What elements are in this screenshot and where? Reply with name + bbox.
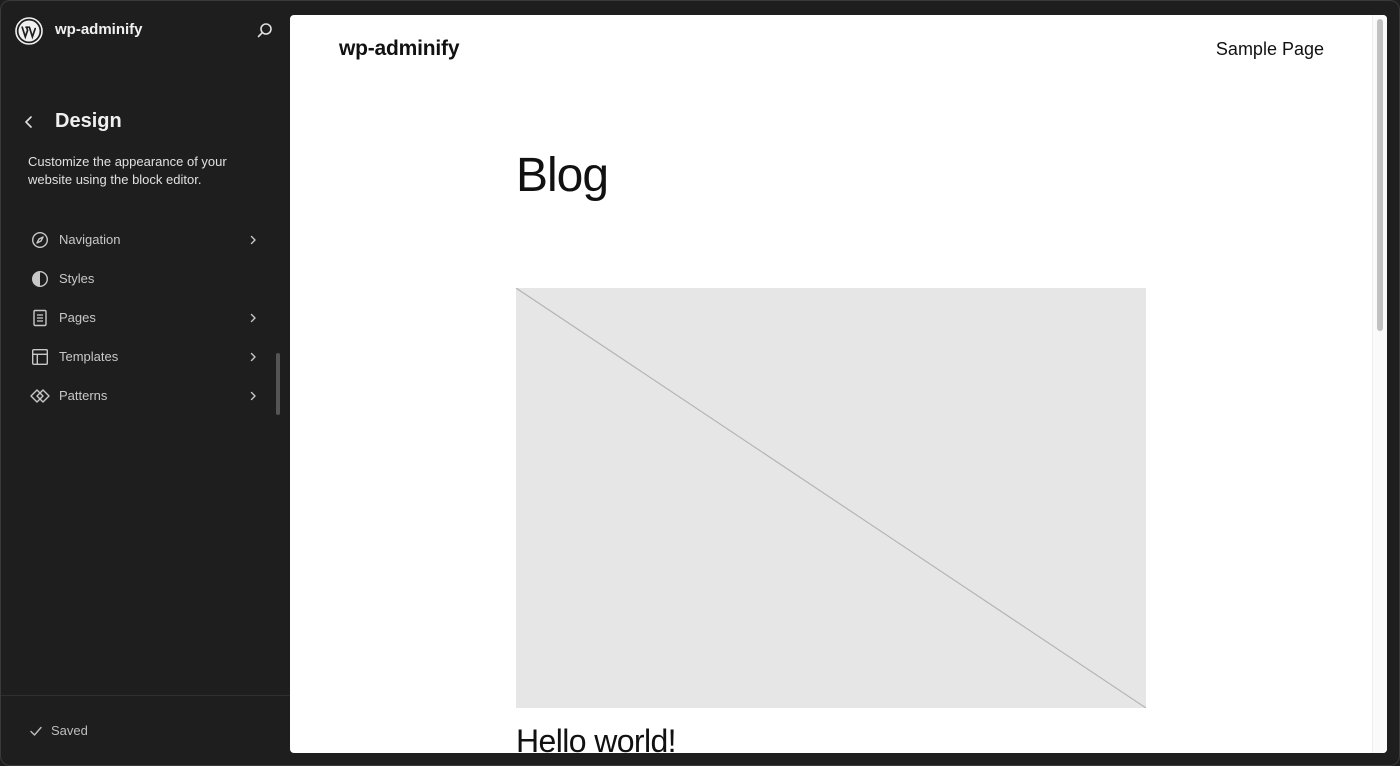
sidebar-scrollbar[interactable] <box>276 353 280 415</box>
navigation-icon <box>29 229 51 251</box>
canvas-scrollbar-thumb[interactable] <box>1377 19 1383 331</box>
templates-icon <box>29 346 51 368</box>
footer-divider <box>1 695 290 696</box>
menu-item-styles[interactable]: Styles <box>29 259 269 298</box>
search-icon[interactable] <box>255 21 275 41</box>
featured-image-placeholder[interactable] <box>516 288 1146 708</box>
wordpress-logo-icon[interactable] <box>15 17 43 45</box>
chevron-right-icon <box>247 311 259 323</box>
site-editor-window: wp-adminify Design Customize the appeara… <box>0 0 1400 766</box>
sidebar: wp-adminify Design Customize the appeara… <box>1 1 290 765</box>
canvas-site-title[interactable]: wp-adminify <box>339 37 460 61</box>
post-title[interactable]: Hello world! <box>516 723 677 753</box>
menu-item-label: Templates <box>59 349 119 364</box>
styles-icon <box>29 268 51 290</box>
checkmark-icon <box>30 726 42 736</box>
back-chevron-icon[interactable] <box>19 112 39 132</box>
menu-item-navigation[interactable]: Navigation <box>29 220 269 259</box>
menu-item-pages[interactable]: Pages <box>29 298 269 337</box>
nav-link-sample-page[interactable]: Sample Page <box>1216 39 1324 60</box>
menu-item-patterns[interactable]: Patterns <box>29 376 269 415</box>
save-status: Saved <box>29 723 88 738</box>
menu-item-label: Patterns <box>59 388 108 403</box>
chevron-right-icon <box>247 233 259 245</box>
save-status-label: Saved <box>51 723 88 738</box>
chevron-right-icon <box>247 350 259 362</box>
menu-item-label: Navigation <box>59 232 121 247</box>
placeholder-diagonal-icon <box>516 288 1146 708</box>
pages-icon <box>29 307 51 329</box>
design-menu: Navigation Styles Pages Templates Patter… <box>29 220 269 415</box>
editor-canvas[interactable]: wp-adminify Sample Page Blog Hello world… <box>290 15 1387 753</box>
canvas-scrollbar[interactable] <box>1372 15 1387 753</box>
menu-item-label: Pages <box>59 310 96 325</box>
section-title: Design <box>55 110 122 132</box>
menu-item-templates[interactable]: Templates <box>29 337 269 376</box>
menu-item-label: Styles <box>59 271 95 286</box>
patterns-icon <box>29 385 51 407</box>
chevron-right-icon <box>247 389 259 401</box>
section-description: Customize the appearance of your website… <box>28 154 227 187</box>
page-title[interactable]: Blog <box>516 148 609 203</box>
site-title[interactable]: wp-adminify <box>55 21 143 38</box>
